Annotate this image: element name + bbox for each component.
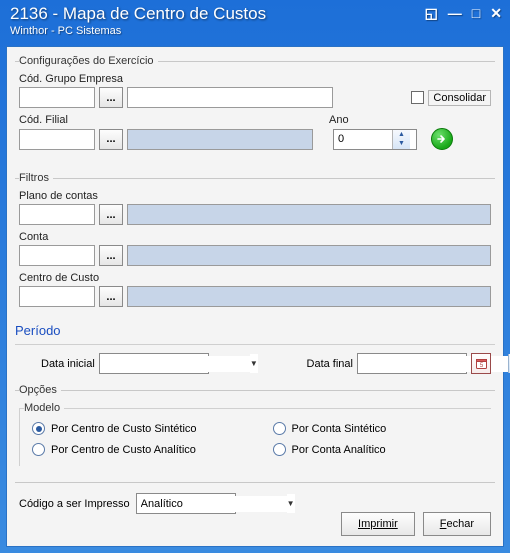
minimize-button[interactable]: — (448, 6, 462, 20)
centro-name (127, 286, 491, 307)
data-final-label: Data final (307, 358, 353, 370)
filial-code-input[interactable] (19, 129, 95, 150)
filial-lookup-button[interactable]: ... (99, 129, 123, 150)
group-opcoes: Opções Modelo Por Centro de Custo Sintét… (15, 384, 495, 476)
radio-analitico-conta[interactable]: Por Conta Analítico (273, 443, 484, 456)
fechar-button[interactable]: Fechar (423, 512, 491, 536)
consolidar-checkbox[interactable] (411, 91, 424, 104)
chevron-down-icon[interactable]: ▼ (250, 354, 258, 373)
ano-input[interactable] (334, 130, 392, 149)
data-inicial-label: Data inicial (41, 358, 95, 370)
plano-code-input[interactable] (19, 204, 95, 225)
radio-icon (273, 422, 286, 435)
grupo-empresa-code-input[interactable] (19, 87, 95, 108)
data-final-combo[interactable]: ▼ (357, 353, 467, 374)
modelo-label: Modelo (24, 402, 64, 414)
plano-lookup-button[interactable]: ... (99, 204, 123, 225)
centro-label: Centro de Custo (19, 272, 491, 284)
codigo-impresso-label: Código a ser Impresso (19, 498, 130, 510)
plano-label: Plano de contas (19, 190, 491, 202)
radio-analitico-conta-label: Por Conta Analítico (292, 444, 386, 456)
arrow-right-icon (437, 134, 447, 144)
plano-name (127, 204, 491, 225)
ano-spinner[interactable]: ▲ ▼ (333, 129, 417, 150)
client-area: Configurações do Exercício Cód. Grupo Em… (6, 46, 504, 547)
calendar-button[interactable]: 5 (471, 353, 491, 374)
radio-sintetico-cc-label: Por Centro de Custo Sintético (51, 423, 197, 435)
app-window: 2136 - Mapa de Centro de Custos Winthor … (0, 0, 510, 553)
codigo-impresso-input[interactable] (137, 496, 287, 512)
calendar-icon: 5 (475, 357, 488, 370)
ano-down-button[interactable]: ▼ (393, 139, 410, 149)
group-exercicio-legend: Configurações do Exercício (19, 55, 158, 67)
grupo-empresa-lookup-button[interactable]: ... (99, 87, 123, 108)
centro-code-input[interactable] (19, 286, 95, 307)
maximize-button[interactable]: □ (472, 6, 480, 20)
radio-sintetico-conta[interactable]: Por Conta Sintético (273, 422, 484, 435)
radio-analitico-cc[interactable]: Por Centro de Custo Analítico (32, 443, 243, 456)
periodo-legend: Período (15, 323, 495, 338)
radio-icon (32, 422, 45, 435)
data-inicial-input[interactable] (100, 356, 250, 372)
grupo-empresa-label: Cód. Grupo Empresa (19, 73, 491, 85)
close-button[interactable]: ✕ (490, 6, 502, 20)
group-filtros: Filtros Plano de contas ... Conta ... Ce… (15, 172, 495, 317)
conta-label: Conta (19, 231, 491, 243)
imprimir-button[interactable]: Imprimir (341, 512, 415, 536)
conta-name (127, 245, 491, 266)
radio-icon (32, 443, 45, 456)
periodo-divider (15, 344, 495, 345)
popout-icon[interactable]: ◱ (425, 6, 438, 20)
radio-icon (273, 443, 286, 456)
group-filtros-legend: Filtros (19, 172, 53, 184)
go-button[interactable] (431, 128, 453, 150)
filial-label: Cód. Filial (19, 114, 329, 126)
titlebar: 2136 - Mapa de Centro de Custos Winthor … (0, 0, 510, 44)
group-opcoes-legend: Opções (19, 384, 61, 396)
filial-name (127, 129, 313, 150)
grupo-empresa-name (127, 87, 333, 108)
radio-analitico-cc-label: Por Centro de Custo Analítico (51, 444, 196, 456)
conta-lookup-button[interactable]: ... (99, 245, 123, 266)
codigo-impresso-combo[interactable]: ▼ (136, 493, 236, 514)
centro-lookup-button[interactable]: ... (99, 286, 123, 307)
radio-sintetico-cc[interactable]: Por Centro de Custo Sintético (32, 422, 243, 435)
consolidar-label: Consolidar (428, 90, 491, 106)
chevron-down-icon[interactable]: ▼ (287, 494, 295, 513)
ano-label: Ano (329, 114, 349, 126)
window-subtitle: Winthor - PC Sistemas (10, 25, 502, 37)
data-inicial-combo[interactable]: ▼ (99, 353, 209, 374)
radio-sintetico-conta-label: Por Conta Sintético (292, 423, 387, 435)
conta-code-input[interactable] (19, 245, 95, 266)
group-exercicio: Configurações do Exercício Cód. Grupo Em… (15, 55, 495, 166)
ano-up-button[interactable]: ▲ (393, 130, 410, 140)
